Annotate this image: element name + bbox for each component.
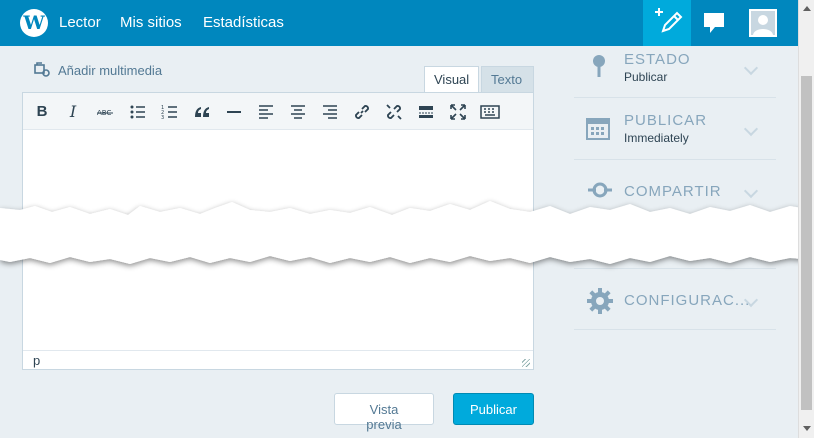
publicar-title: PUBLICAR bbox=[624, 112, 708, 129]
align-center-button[interactable] bbox=[288, 103, 308, 121]
chevron-down-icon bbox=[743, 121, 759, 137]
chevron-down-icon bbox=[743, 183, 759, 199]
keyboard-icon bbox=[480, 105, 500, 119]
horizontal-line-button[interactable] bbox=[224, 103, 244, 121]
resize-handle[interactable] bbox=[522, 359, 530, 367]
configuracion-title: CONFIGURAC... bbox=[624, 292, 751, 309]
align-right-icon bbox=[323, 105, 337, 119]
estado-title: ESTADO bbox=[624, 51, 691, 68]
editor-status-bar: p bbox=[23, 350, 533, 370]
compartir-section[interactable]: COMPARTIR bbox=[574, 160, 776, 270]
wordpress-logo-icon[interactable]: W bbox=[20, 9, 48, 37]
scroll-down-icon[interactable] bbox=[803, 426, 811, 431]
read-more-icon bbox=[419, 106, 433, 118]
read-more-button[interactable] bbox=[416, 103, 436, 121]
speech-bubble-icon bbox=[704, 13, 724, 33]
tab-visual[interactable]: Visual bbox=[424, 66, 480, 93]
strikethrough-icon: ABC bbox=[97, 109, 113, 117]
editor-toolbar: B I ABC 123 bbox=[23, 93, 533, 130]
pushpin-icon bbox=[593, 55, 605, 77]
svg-text:3: 3 bbox=[161, 115, 164, 121]
align-left-button[interactable] bbox=[256, 103, 276, 121]
nav-mis-sitios[interactable]: Mis sitios bbox=[120, 14, 182, 31]
toolbar-toggle-button[interactable] bbox=[480, 103, 500, 121]
add-media-button[interactable]: Añadir multimedia bbox=[34, 62, 162, 78]
unlink-icon bbox=[386, 104, 402, 120]
bold-button[interactable]: B bbox=[32, 103, 52, 121]
horizontal-line-icon bbox=[227, 111, 241, 113]
scroll-thumb[interactable] bbox=[801, 76, 812, 410]
user-avatar-icon bbox=[753, 15, 773, 35]
insert-link-button[interactable] bbox=[352, 103, 372, 121]
numbered-list-button[interactable]: 123 bbox=[160, 103, 180, 121]
compartir-title: COMPARTIR bbox=[624, 183, 722, 200]
expand-icon bbox=[450, 104, 466, 120]
avatar[interactable] bbox=[749, 9, 777, 37]
italic-button[interactable]: I bbox=[63, 103, 83, 121]
add-media-label: Añadir multimedia bbox=[58, 62, 163, 78]
blockquote-button[interactable] bbox=[192, 103, 212, 121]
align-right-button[interactable] bbox=[320, 103, 340, 121]
media-icon bbox=[34, 62, 50, 77]
element-path[interactable]: p bbox=[33, 353, 40, 368]
post-editor[interactable]: B I ABC 123 p bbox=[22, 92, 534, 370]
preview-button[interactable]: Vista previa bbox=[334, 393, 434, 432]
estado-value: Publicar bbox=[624, 70, 668, 84]
strikethrough-button[interactable]: ABC bbox=[95, 103, 115, 121]
calendar-icon bbox=[586, 118, 610, 140]
gear-icon bbox=[587, 288, 613, 314]
estado-section[interactable]: ESTADO Publicar bbox=[574, 45, 776, 98]
share-icon bbox=[588, 182, 612, 198]
publicar-section[interactable]: PUBLICAR Immediately bbox=[574, 98, 776, 160]
publish-button[interactable]: Publicar bbox=[453, 393, 534, 425]
link-icon bbox=[355, 105, 369, 119]
tab-texto[interactable]: Texto bbox=[481, 66, 534, 93]
numbered-list-icon: 123 bbox=[161, 105, 177, 121]
nav-lector[interactable]: Lector bbox=[59, 14, 101, 31]
align-center-icon bbox=[291, 105, 305, 119]
pencil-plus-icon bbox=[655, 8, 683, 33]
fullscreen-button[interactable] bbox=[448, 103, 468, 121]
vertical-scrollbar[interactable] bbox=[798, 0, 814, 438]
top-bar: W Lector Mis sitios Estadísticas bbox=[0, 0, 798, 46]
write-post-button[interactable] bbox=[643, 0, 691, 46]
align-left-icon bbox=[259, 105, 273, 119]
bullet-list-button[interactable] bbox=[128, 103, 148, 121]
notifications-button[interactable] bbox=[702, 11, 726, 40]
chevron-down-icon bbox=[743, 60, 759, 76]
remove-link-button[interactable] bbox=[384, 103, 404, 121]
publicar-value: Immediately bbox=[624, 131, 689, 145]
quote-icon bbox=[195, 107, 209, 117]
configuracion-section[interactable]: CONFIGURAC... bbox=[574, 268, 776, 330]
bullet-list-icon bbox=[130, 105, 145, 119]
nav-estadisticas[interactable]: Estadísticas bbox=[203, 14, 284, 31]
scroll-up-icon[interactable] bbox=[803, 6, 811, 11]
